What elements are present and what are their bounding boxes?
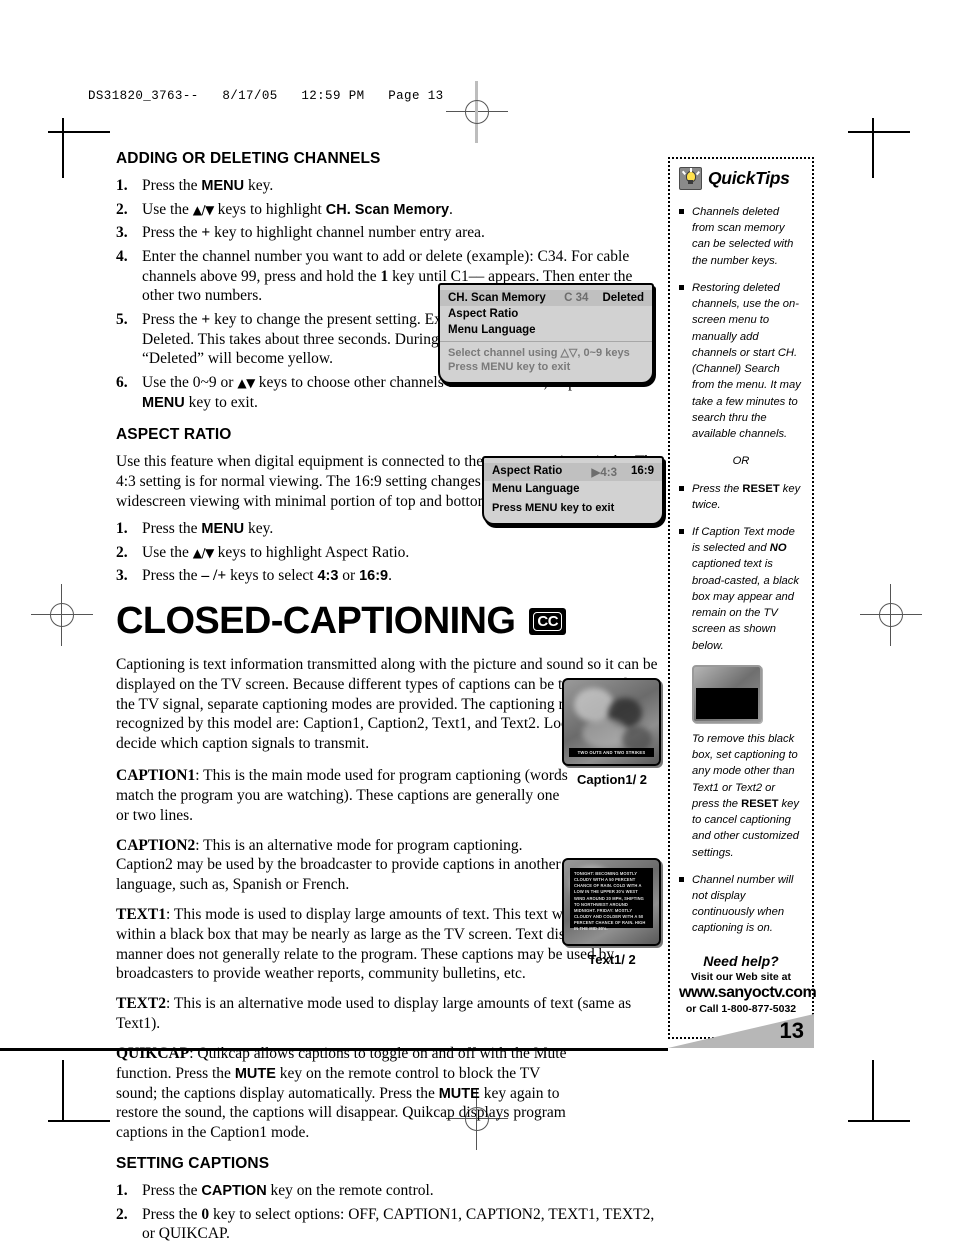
osd-row-label: Menu Language: [448, 324, 536, 336]
quicktips-item: OR: [732, 455, 750, 468]
caption-overlay-text: TWO OUTS AND TWO STRIKES: [569, 748, 654, 757]
osd-row-label: Aspect Ratio: [448, 308, 519, 320]
osd-row-label: CH. Scan Memory: [448, 292, 546, 304]
caption-mode-label: TEXT2: [116, 995, 166, 1013]
manual-page: DS31820_3763-- 8/17/05 12:59 PM Page 13 …: [0, 0, 954, 1242]
step-number: 2.: [116, 543, 128, 561]
step-number: 4.: [116, 248, 128, 266]
step-number: 3.: [116, 567, 128, 585]
footer-rule: [0, 1048, 668, 1051]
cc-icon: CC: [529, 607, 567, 635]
tv-screen-text-image: TONIGHT: BECOMING MOSTLY CLOUDY WITH A 5…: [562, 858, 661, 946]
caption-mode-label: TEXT1: [116, 906, 166, 923]
trim-line-right-top: [872, 118, 874, 178]
heading-setting-captions: SETTING CAPTIONS: [116, 1155, 270, 1173]
thumbnail-text-label: Text1/ 2: [588, 952, 636, 967]
step-number: 1.: [116, 519, 128, 537]
quicktips-item: Restoring deleted channels, use the on-s…: [679, 280, 803, 442]
need-help-block: Need help? Visit our Web site at www.san…: [679, 952, 817, 1015]
osd-menu-row[interactable]: Menu Language: [484, 481, 662, 497]
lightbulb-icon: [679, 167, 702, 190]
osd-menu-row[interactable]: CH. Scan Memory C 34 Deleted: [440, 290, 652, 306]
heading-aspect-ratio: ASPECT RATIO: [116, 426, 232, 444]
osd-row-label: Aspect Ratio: [492, 465, 563, 477]
page-title-text: CLOSED-CAPTIONING: [116, 599, 516, 642]
quicktips-item: If Caption Text mode is selected and NO …: [679, 524, 803, 654]
quicktips-sidebar: QuickTips Channels deleted from scan mem…: [668, 157, 817, 1039]
page-number: 13: [779, 1018, 804, 1043]
osd-aspect-ratio: Aspect Ratio ▶4:3 16:9 Menu Language Press …: [482, 456, 664, 525]
trim-line-top-right: [848, 131, 910, 133]
aspect-steps-list: 1. Press the MENU key. 2. Use the ▲/▼ keys …: [116, 519, 664, 586]
osd-row-state: 16:9: [630, 465, 654, 477]
print-file-header: DS31820_3763-- 8/17/05 12:59 PM Page 13: [88, 89, 444, 103]
thumbnail-text: TONIGHT: BECOMING MOSTLY CLOUDY WITH A 5…: [562, 858, 662, 967]
text-overlay-body: TONIGHT: BECOMING MOSTLY CLOUDY WITH A 5…: [570, 868, 653, 931]
caption-mode-label: CAPTION1: [116, 767, 196, 785]
quicktips-item: To remove this black box, set captioning…: [692, 732, 799, 859]
step-number: 3.: [116, 224, 128, 242]
osd-row-state: Deleted: [602, 292, 644, 304]
osd-row-value: ▶4:3: [591, 467, 617, 479]
trim-line-left-bottom: [62, 1060, 64, 1122]
registration-mark-right: [860, 584, 922, 646]
osd-row-value: C 34: [564, 292, 589, 304]
trim-line-bottom-left: [48, 1120, 110, 1122]
thumbnail-caption: TWO OUTS AND TWO STRIKES Caption1/ 2: [562, 678, 662, 787]
step-number: 1.: [116, 177, 128, 194]
need-help-subtitle: Visit our Web site at: [691, 970, 791, 983]
step-number: 1.: [116, 1182, 128, 1200]
page-number-wedge: 13: [668, 1014, 814, 1048]
quicktips-list: Channels deleted from scan memory can be…: [679, 204, 803, 937]
caption-mode-paragraph: TEXT2: This is an alternative mode used …: [116, 995, 632, 1033]
step-item: 2. Use the ▲/▼ keys to highlight CH. Scan…: [116, 200, 453, 218]
step-number: 6.: [116, 374, 128, 392]
registration-mark-top: [446, 81, 508, 143]
quicktips-item: Channel number will not display continuo…: [679, 872, 803, 937]
step-item: 1. Press the MENU key.: [116, 177, 274, 194]
website-url[interactable]: www.sanyoctv.com: [679, 984, 817, 1002]
osd-menu-row[interactable]: Menu Language: [440, 322, 652, 338]
osd-row-label: Menu Language: [492, 483, 580, 495]
registration-mark-left: [31, 584, 93, 646]
step-item: 2. Use the ▲/▼ keys to highlight Aspect R…: [116, 543, 410, 561]
support-phone: or Call 1-800-877-5032: [685, 1002, 797, 1015]
heading-adding-or-deleting-channels: ADDING OR DELETING CHANNELS: [116, 150, 381, 167]
step-item: 1. Press the CAPTION key on the remote co…: [116, 1182, 434, 1200]
step-item: 3. Press the – /+ keys to select 4:3 or 1…: [116, 567, 392, 585]
quicktips-header: QuickTips: [679, 167, 803, 190]
osd-menu-row[interactable]: Aspect Ratio ▶4:3 16:9: [484, 463, 662, 481]
trim-line-right-bottom: [872, 1060, 874, 1122]
caption-mode-paragraph: CAPTION2: This is an alternative mode fo…: [116, 836, 561, 894]
caption-mode-label: CAPTION2: [116, 836, 196, 854]
thumbnail-caption-label: Caption1/ 2: [576, 772, 648, 787]
need-help-title: Need help?: [703, 952, 779, 969]
step-number: 2.: [116, 200, 128, 218]
osd-channel-scan-memory: CH. Scan Memory C 34 Deleted Aspect Ratio Me…: [438, 283, 654, 384]
trim-line-top-left: [48, 131, 110, 133]
osd-footer-line: Select channel using △▽, 0~9 keys: [448, 347, 630, 359]
trim-line-bottom-right: [848, 1120, 910, 1122]
caption-mode-paragraph: CAPTION1: This is the main mode used for…: [116, 767, 568, 824]
osd-footer-line: Press MENU key to exit: [448, 361, 571, 373]
trim-line-left-top: [62, 118, 64, 178]
step-number: 2.: [116, 1205, 128, 1223]
step-item: 2. Press the 0 key to select options: OFF…: [116, 1205, 655, 1243]
quicktips-black-box-image: [692, 664, 762, 723]
osd-divider: [440, 341, 652, 342]
osd-footer-line: Press MENU key to exit: [492, 502, 615, 514]
page-title: CLOSED-CAPTIONING CC: [116, 600, 664, 643]
osd-menu-row[interactable]: Aspect Ratio: [440, 306, 652, 322]
quicktips-item: Channels deleted from scan memory can be…: [679, 204, 803, 269]
step-item: 3. Press the + key to highlight channel n…: [116, 224, 485, 242]
quicktips-item: Press the RESET key twice.: [679, 481, 803, 513]
quicktips-title: QuickTips: [708, 168, 790, 188]
step-number: 5.: [116, 311, 128, 329]
quikcap-paragraph: QUIKCAP: Quikcap allows captions to togg…: [116, 1044, 567, 1142]
tv-screen-caption-image: TWO OUTS AND TWO STRIKES: [562, 678, 661, 766]
